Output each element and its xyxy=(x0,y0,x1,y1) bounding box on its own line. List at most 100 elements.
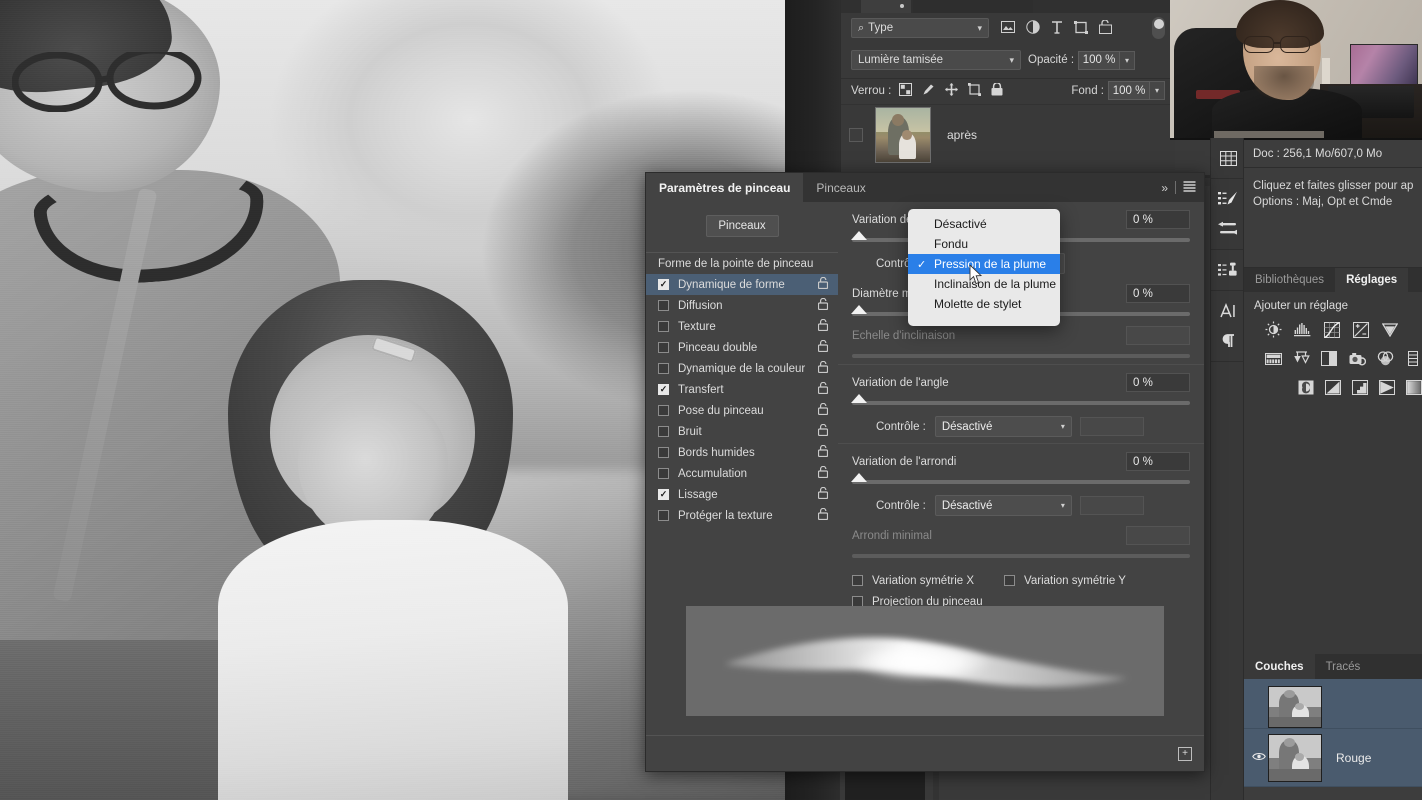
right-dock[interactable]: Doc : 256,1 Mo/607,0 Mo Cliquez et faite… xyxy=(1244,140,1422,800)
channels-panel[interactable]: Couches Tracés Rouge xyxy=(1244,654,1422,800)
tab-reglages[interactable]: Réglages xyxy=(1335,268,1409,292)
menu-item-fondu[interactable]: Fondu xyxy=(908,234,1060,254)
opacity-input[interactable]: 100 % xyxy=(1078,50,1121,70)
posterize-icon[interactable] xyxy=(1325,378,1342,397)
adjustments-row-2[interactable] xyxy=(1254,349,1422,368)
unlock-icon[interactable] xyxy=(817,381,829,397)
brush-option-bruit[interactable]: Bruit xyxy=(646,421,838,442)
color-swatches-icon[interactable] xyxy=(1211,143,1245,173)
angle-variation-input[interactable]: 0 % xyxy=(1126,373,1190,392)
channel-row[interactable]: Rouge xyxy=(1244,729,1422,787)
channel-visibility-toggle[interactable] xyxy=(1250,752,1268,764)
panel-icon-rail[interactable] xyxy=(1210,138,1244,800)
lock-image-pixels-icon[interactable] xyxy=(922,83,935,99)
menu-item-pression-de-la-plume[interactable]: ✓ Pression de la plume xyxy=(908,254,1060,274)
brush-option-list[interactable]: Forme de la pointe de pinceau Dynamique … xyxy=(646,252,838,526)
checkbox-checked[interactable] xyxy=(658,489,669,500)
brush-tip-shape-header[interactable]: Forme de la pointe de pinceau xyxy=(646,253,838,274)
fill-input[interactable]: 100 % xyxy=(1108,81,1150,100)
layer-filter-toggle[interactable] xyxy=(1152,17,1165,39)
expand-icon[interactable]: » xyxy=(1161,181,1168,195)
channel-rows[interactable]: Rouge xyxy=(1244,679,1422,800)
color-lookup-icon[interactable] xyxy=(1404,349,1422,368)
angle-variation-slider[interactable] xyxy=(851,394,1190,405)
channels-tabs[interactable]: Couches Tracés xyxy=(1244,654,1422,679)
layer-filter-row[interactable]: ⌕ Type ▾ xyxy=(841,14,1175,42)
checkbox-checked[interactable] xyxy=(658,279,669,290)
roundness-variation-input[interactable]: 0 % xyxy=(1126,452,1190,471)
unlock-icon[interactable] xyxy=(817,486,829,502)
image-layer-icon[interactable] xyxy=(1001,21,1015,35)
slider-knob[interactable] xyxy=(851,473,867,482)
adjustments-row-1[interactable] xyxy=(1254,320,1422,339)
layers-tab-strip[interactable] xyxy=(841,0,1175,13)
checkbox-unchecked[interactable] xyxy=(658,300,669,311)
checkbox-unchecked[interactable] xyxy=(658,342,669,353)
variation-size-input[interactable]: 0 % xyxy=(1126,210,1190,229)
brush-option-bords-humides[interactable]: Bords humides xyxy=(646,442,838,463)
checkbox-unchecked[interactable] xyxy=(658,321,669,332)
fill-stepper-chevron-down-icon[interactable]: ▾ xyxy=(1150,81,1165,100)
brush-option-accumulation[interactable]: Accumulation xyxy=(646,463,838,484)
tab-traces[interactable]: Tracés xyxy=(1315,654,1372,679)
control-select-roundness[interactable]: Désactivé ▾ xyxy=(934,495,1072,516)
brush-option-texture[interactable]: Texture xyxy=(646,316,838,337)
unlock-icon[interactable] xyxy=(817,339,829,355)
menu-item-desactive[interactable]: Désactivé xyxy=(908,214,1060,234)
brush-panel-tabs[interactable]: Paramètres de pinceau Pinceaux » xyxy=(646,173,1204,202)
checkbox-unchecked[interactable] xyxy=(658,468,669,479)
unlock-icon[interactable] xyxy=(817,465,829,481)
menu-item-molette-de-stylet[interactable]: Molette de stylet xyxy=(908,294,1060,314)
menu-item-inclinaison-de-la-plume[interactable]: Inclinaison de la plume xyxy=(908,274,1060,294)
unlock-icon[interactable] xyxy=(817,360,829,376)
tab-couches[interactable]: Couches xyxy=(1244,654,1315,679)
blend-mode-select[interactable]: Lumière tamisée ▾ xyxy=(851,50,1021,70)
checkbox-unchecked[interactable] xyxy=(658,405,669,416)
roundness-extra-input[interactable] xyxy=(1079,496,1144,515)
black-white-icon[interactable] xyxy=(1320,349,1338,368)
unlock-icon[interactable] xyxy=(817,507,829,523)
opacity-stepper-chevron-down-icon[interactable]: ▾ xyxy=(1120,50,1136,70)
exposure-icon[interactable] xyxy=(1351,320,1370,339)
lock-row[interactable]: Verrou : Fond : 100 % ▾ xyxy=(841,78,1175,102)
brush-option-transfert[interactable]: Transfert xyxy=(646,379,838,400)
adjustment-layer-icon[interactable] xyxy=(1026,20,1040,36)
character-icon[interactable] xyxy=(1211,296,1245,326)
lock-transparent-pixels-icon[interactable] xyxy=(899,82,913,99)
brush-option-dynamique-de-forme[interactable]: Dynamique de forme xyxy=(646,274,838,295)
unlock-icon[interactable] xyxy=(817,444,829,460)
checkbox-checked[interactable] xyxy=(658,384,669,395)
checkbox-unchecked[interactable] xyxy=(658,363,669,374)
lock-position-icon[interactable] xyxy=(945,82,959,99)
layer-thumbnail[interactable] xyxy=(875,106,931,163)
layers-panel[interactable]: ⌕ Type ▾ Lumière tamisée ▾ Opacité: 100… xyxy=(840,0,1175,175)
unlock-icon[interactable] xyxy=(817,318,829,334)
layer-row[interactable]: après xyxy=(841,104,1175,164)
minimum-diameter-input[interactable]: 0 % xyxy=(1126,284,1190,303)
channel-thumbnail[interactable] xyxy=(1268,686,1322,728)
tilt-scale-input[interactable] xyxy=(1126,326,1190,345)
brush-panel-header-icons[interactable]: » xyxy=(1161,173,1196,202)
panel-menu-icon[interactable] xyxy=(1183,180,1196,195)
photo-filter-icon[interactable] xyxy=(1348,349,1366,368)
unlock-icon[interactable] xyxy=(817,276,829,292)
smart-object-icon[interactable] xyxy=(1099,19,1112,36)
shape-layer-icon[interactable] xyxy=(1074,20,1088,36)
adjustments-tabs[interactable]: Bibliothèques Réglages xyxy=(1244,268,1422,292)
checkbox-unchecked[interactable] xyxy=(658,510,669,521)
tilt-scale-slider[interactable] xyxy=(852,354,1190,358)
brush-option-proteger-la-texture[interactable]: Protéger la texture xyxy=(646,505,838,526)
brush-option-pose-du-pinceau[interactable]: Pose du pinceau xyxy=(646,400,838,421)
brush-option-dynamique-de-la-couleur[interactable]: Dynamique de la couleur xyxy=(646,358,838,379)
layer-filter-type-select[interactable]: ⌕ Type ▾ xyxy=(851,18,989,38)
unlock-icon[interactable] xyxy=(817,423,829,439)
channel-thumbnail[interactable] xyxy=(1268,733,1322,782)
layer-filter-icons[interactable] xyxy=(1001,19,1112,36)
control-dropdown-menu[interactable]: Désactivé Fondu ✓ Pression de la plume I… xyxy=(908,209,1060,326)
roundness-variation-slider[interactable] xyxy=(851,473,1190,484)
invert-icon[interactable] xyxy=(1298,378,1315,397)
new-brush-preset-icon[interactable]: + xyxy=(1178,746,1192,761)
gradient-map-icon[interactable] xyxy=(1378,378,1395,397)
lock-icons[interactable] xyxy=(899,81,1003,99)
brushes-icon[interactable] xyxy=(1211,214,1245,244)
